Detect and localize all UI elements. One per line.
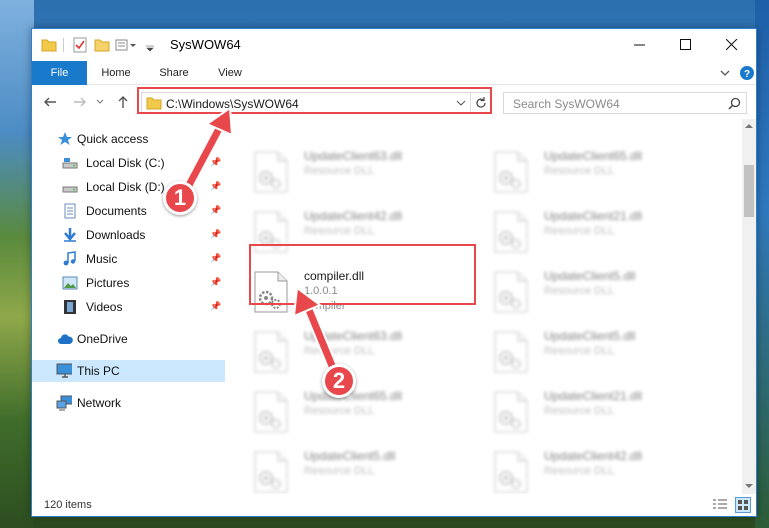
step-2-badge: 2 <box>322 364 356 398</box>
arrow-1 <box>182 106 234 193</box>
step-1-badge: 1 <box>163 181 197 215</box>
callout-arrows <box>182 106 341 379</box>
arrow-2 <box>292 286 341 379</box>
